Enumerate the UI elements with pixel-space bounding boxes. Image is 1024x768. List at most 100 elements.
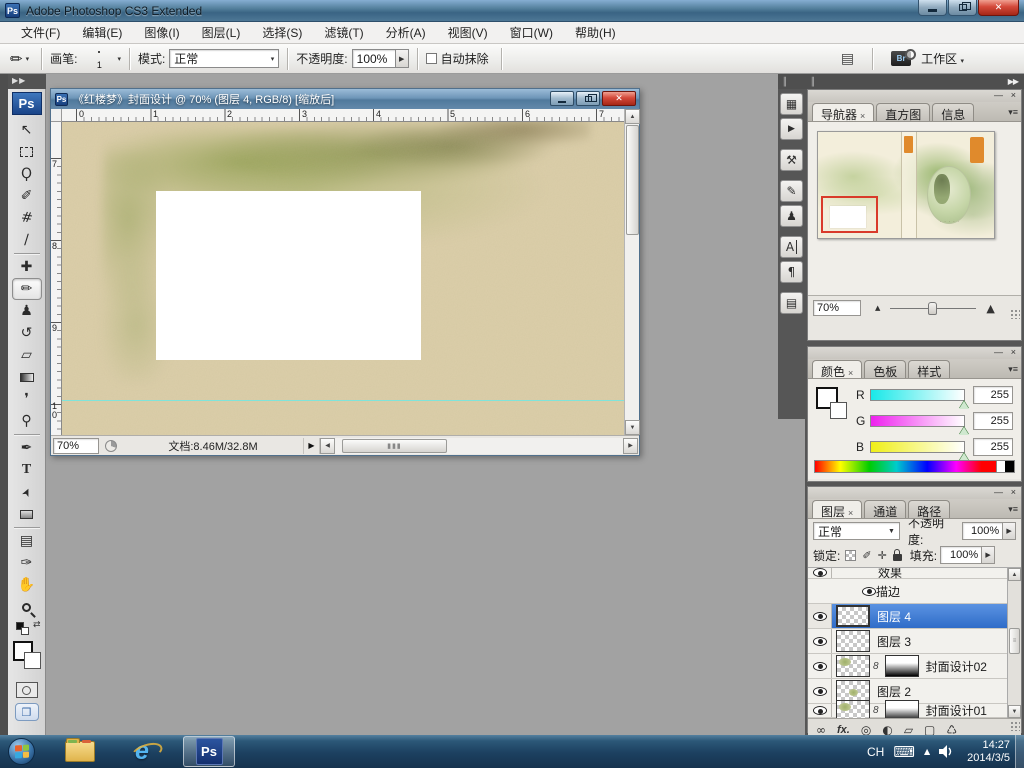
visibility-cell[interactable] [808,704,832,717]
scroll-down-button[interactable]: ▼ [625,420,640,435]
tool-presets-panel-icon[interactable]: ⚒ [780,149,803,171]
menu-filter[interactable]: 滤镜(T) [313,22,374,43]
slice-tool[interactable]: ∕ [12,229,42,251]
panel-minimize-icon[interactable]: — [994,91,1003,100]
eyedropper-tool[interactable]: ✑ [12,552,42,574]
menu-view[interactable]: 视图(V) [437,22,499,43]
zoom-level-input[interactable]: 70% [53,438,99,454]
paragraph-panel-icon[interactable]: ¶ [780,261,803,283]
history-panel-icon[interactable]: ▦ [780,93,803,115]
opacity-slider-button[interactable]: ▶ [1003,522,1016,540]
scroll-up-button[interactable]: ▲ [1008,568,1021,581]
layer-thumbnail[interactable] [836,630,870,652]
blue-value-input[interactable]: 255 [973,438,1013,456]
slider-thumb[interactable] [959,401,969,409]
palette-well-icon[interactable]: ▤ [841,51,854,67]
lock-all-icon[interactable] [893,554,902,561]
spot-healing-brush-tool[interactable]: ✚ [12,256,42,278]
scroll-thumb[interactable]: ≡ [1009,628,1020,654]
panel-close-icon[interactable]: × [1011,348,1016,357]
hidden-icons-button[interactable]: ▲ [924,747,930,756]
brush-preview[interactable]: 1 [81,48,117,70]
layer-blend-mode-select[interactable]: 正常 ▼ [813,522,900,540]
current-tool-preset[interactable]: ✏ ▾ [6,48,33,70]
resize-grip[interactable] [1010,309,1020,319]
tab-histogram[interactable]: 直方图 [876,103,930,121]
horizontal-scrollbar[interactable]: ◀ ▮▮▮ ▶ [319,438,638,454]
resize-grip[interactable] [1010,721,1020,731]
blue-slider[interactable] [870,441,965,453]
fill-slider-button[interactable]: ▶ [982,546,995,564]
hand-tool[interactable]: ✋ [12,574,42,596]
bridge-icon[interactable]: Br [891,51,911,66]
eye-icon[interactable] [862,587,876,596]
zoom-tool[interactable] [12,596,42,618]
shape-tool[interactable] [12,503,42,525]
vertical-scrollbar[interactable]: ▲ ▼ [624,109,639,435]
gradient-tool[interactable] [12,366,42,388]
crop-tool[interactable]: # [12,207,42,229]
app-titlebar[interactable]: Ps Adobe Photoshop CS3 Extended ✕ [0,0,1024,22]
explorer-taskbar-button[interactable] [63,737,97,767]
eraser-tool[interactable]: ▱ [12,344,42,366]
tab-navigator[interactable]: 导航器× [812,103,874,121]
menu-layer[interactable]: 图层(L) [191,22,252,43]
visibility-cell[interactable] [808,679,832,703]
clock[interactable]: 14:27 2014/3/5 [967,739,1010,765]
panel-minimize-icon[interactable]: — [994,348,1003,357]
layer-row-coverdesign02[interactable]: 8 封面设计02 [808,654,1021,679]
layer-thumbnail[interactable] [836,655,870,677]
blur-tool[interactable]: ❜ [12,388,42,410]
visibility-cell[interactable] [808,604,832,628]
tab-close-icon[interactable]: × [848,368,853,378]
keyboard-icon[interactable]: ⌨ [893,743,915,761]
tab-swatches[interactable]: 色板 [864,360,906,378]
layer-list-scrollbar[interactable]: ▲ ≡ ▼ [1007,568,1021,718]
panel-close-icon[interactable]: × [1011,91,1016,100]
canvas[interactable] [62,122,624,435]
spectrum-gradient[interactable] [815,461,996,472]
color-spectrum-ramp[interactable] [814,460,1015,473]
layer-row-coverdesign01[interactable]: 8 封面设计01 [808,704,1021,718]
clone-source-panel-icon[interactable]: ♟ [780,205,803,227]
layer-thumbnail[interactable] [836,700,870,719]
opacity-input[interactable]: 100% [352,49,396,68]
zoom-out-icon[interactable]: ▲ [875,304,880,312]
slider-thumb[interactable] [959,427,969,435]
notes-tool[interactable]: ▤ [12,530,42,552]
screen-mode-button[interactable]: ❒ [15,703,39,721]
pen-tool[interactable]: ✒ [12,437,42,459]
speaker-icon[interactable] [939,745,954,758]
mask-link-icon[interactable]: 8 [873,705,879,716]
navigator-thumbnail[interactable]: · · · · · [817,131,995,239]
layer-opacity-input[interactable]: 100% [962,522,1004,540]
quick-selection-tool[interactable]: ✐ [12,185,42,207]
tab-styles[interactable]: 样式 [908,360,950,378]
scroll-down-button[interactable]: ▼ [1008,705,1021,718]
red-slider[interactable] [870,389,965,401]
menu-image[interactable]: 图像(I) [133,22,190,43]
character-panel-icon[interactable]: A [780,236,803,258]
minimize-button[interactable] [918,0,947,16]
layer-mask-thumbnail[interactable] [885,700,919,719]
tab-info[interactable]: 信息 [932,103,974,121]
scroll-left-button[interactable]: ◀ [320,438,335,454]
background-color-swatch[interactable] [24,652,41,669]
lock-position-icon[interactable]: ✛ [878,549,887,562]
white-swatch[interactable] [996,461,1005,472]
collapse-dock-icon[interactable]: ▶▶ [1008,77,1018,86]
menu-analysis[interactable]: 分析(A) [375,22,437,43]
panel-menu-icon[interactable]: ▾≡ [1008,107,1018,118]
blend-mode-select[interactable]: 正常 ▾ [169,49,279,68]
menu-select[interactable]: 选择(S) [251,22,313,43]
auto-erase-checkbox[interactable] [426,53,437,64]
swap-colors-icon[interactable]: ⇄ [33,620,41,630]
doc-restore-button[interactable] [576,91,600,106]
lock-image-icon[interactable]: ✐ [862,549,871,562]
panel-minimize-icon[interactable]: — [994,488,1003,497]
zoom-in-icon[interactable]: ▲ [986,302,994,315]
layer-style-icon[interactable]: fx. [837,724,850,736]
internet-explorer-taskbar-button[interactable]: e [125,737,159,767]
red-value-input[interactable]: 255 [973,386,1013,404]
navigator-zoom-input[interactable]: 70% [813,300,861,316]
